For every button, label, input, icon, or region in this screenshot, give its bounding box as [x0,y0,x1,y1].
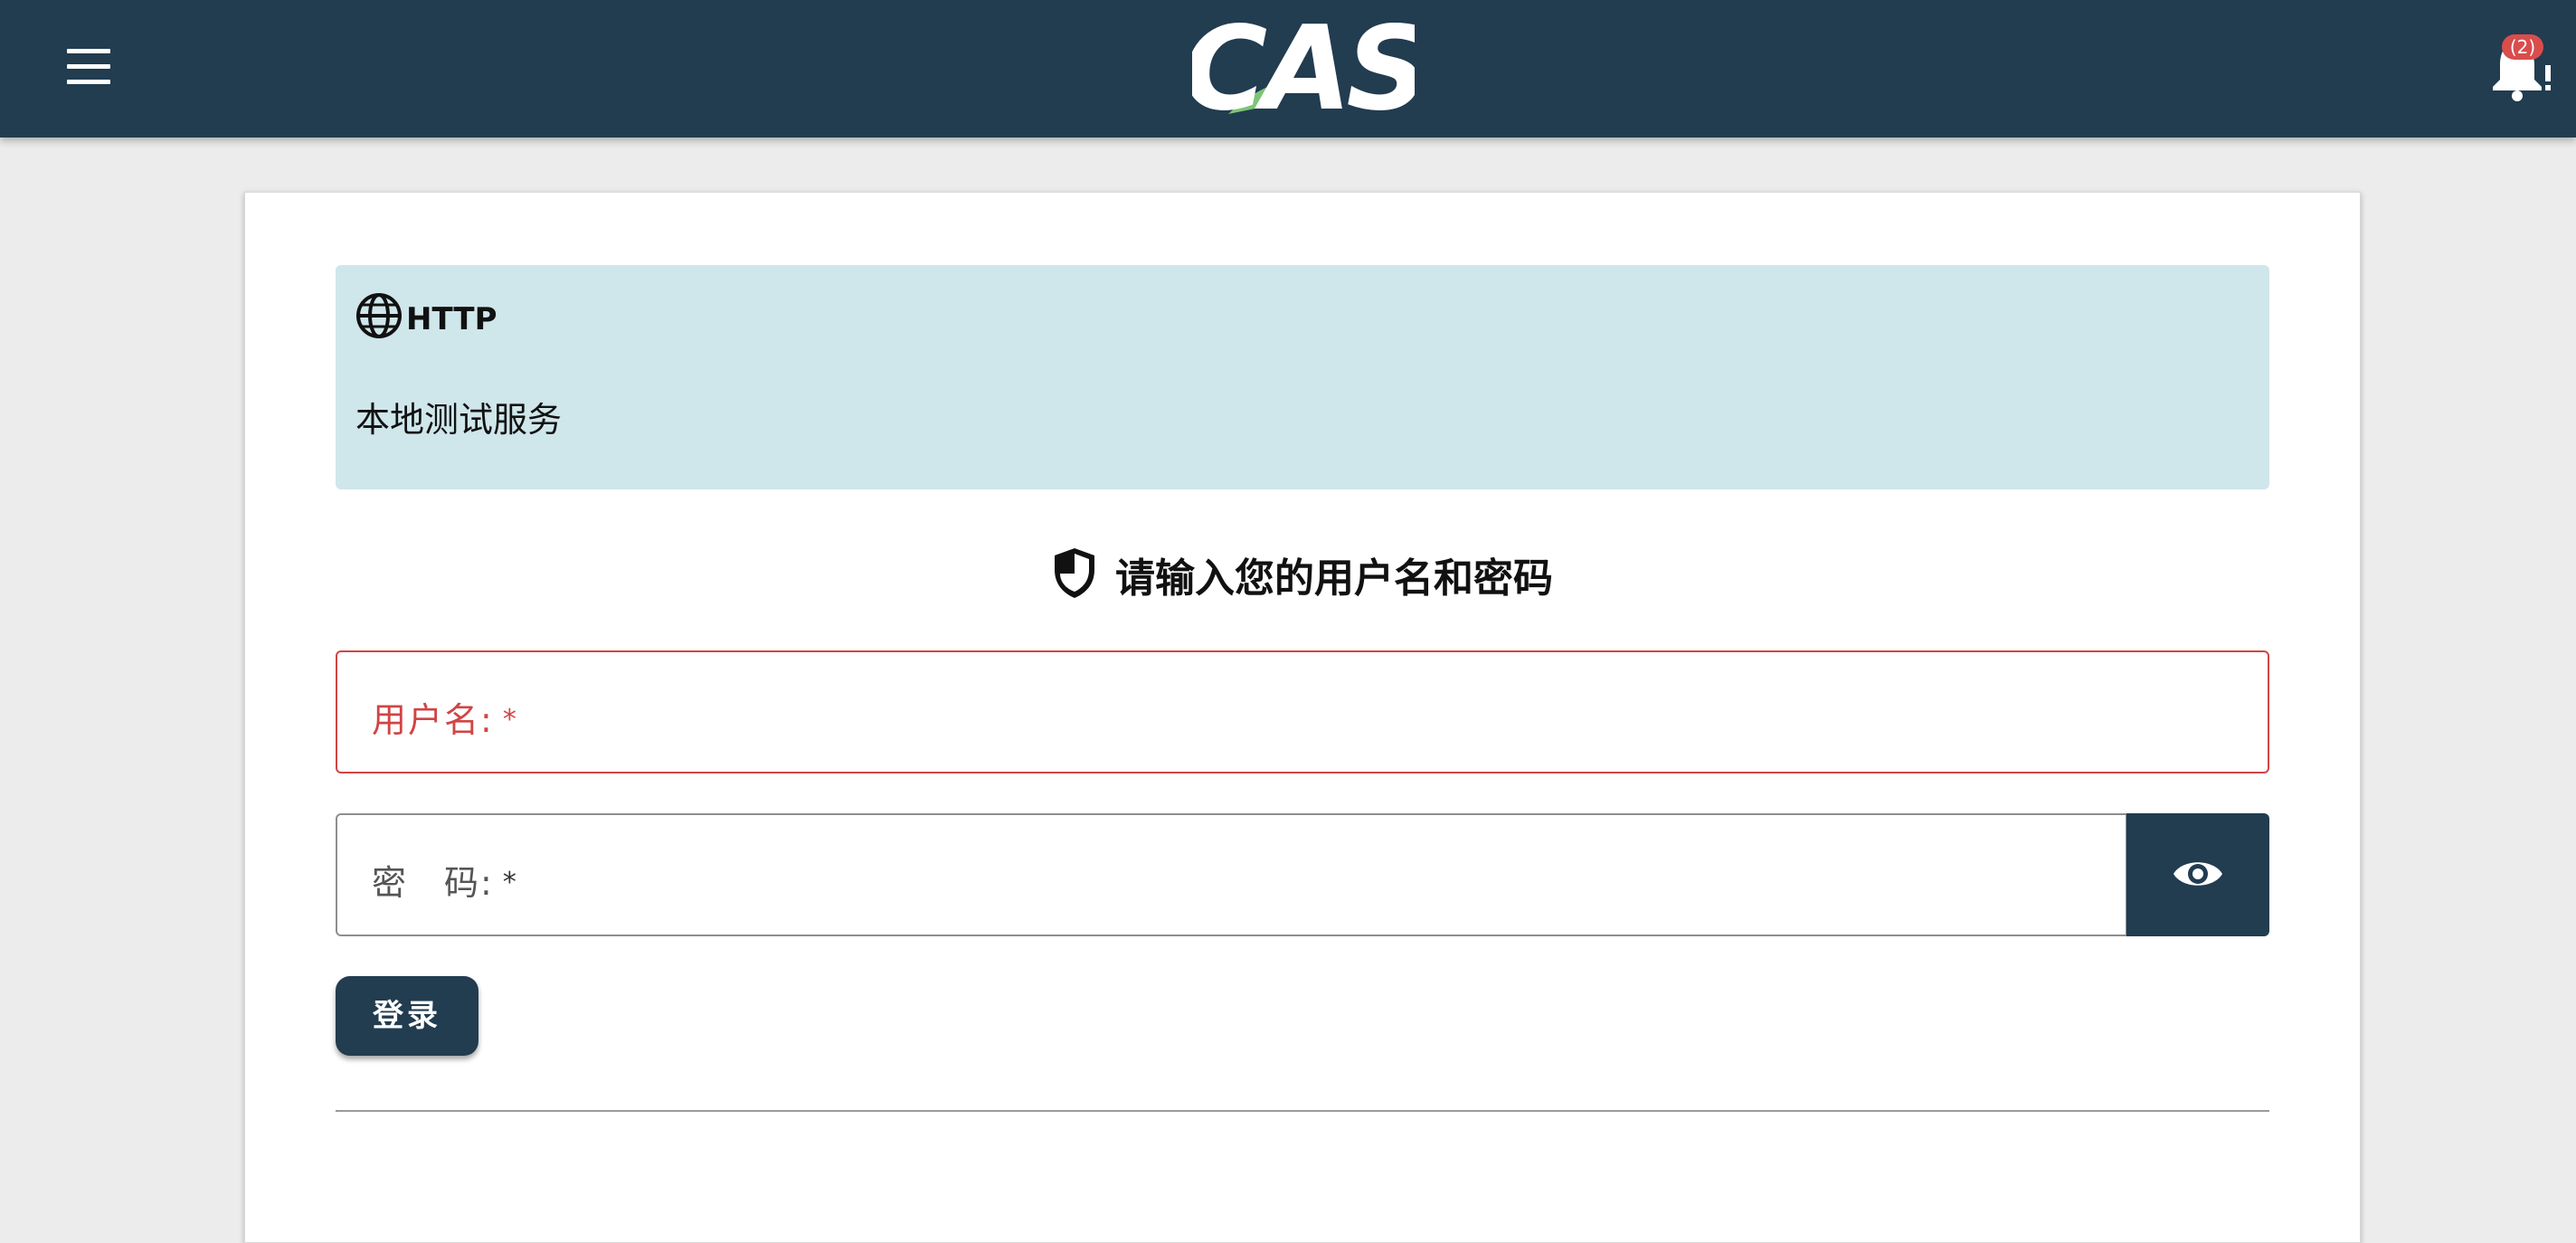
logo-text: CAS [1192,7,1415,123]
notification-count-badge: (2) [2502,34,2543,60]
service-name: HTTP [406,301,497,337]
login-heading: 请输入您的用户名和密码 [245,546,2360,603]
toggle-password-visibility-button[interactable] [2126,813,2269,936]
login-card: HTTP 本地测试服务 请输入您的用户名和密码 用户名: * 密 码: * 登录 [244,192,2361,1243]
cas-logo: CAS [1192,7,1415,123]
globe-icon [356,293,402,338]
service-description: 本地测试服务 [355,400,563,440]
login-button[interactable]: 登录 [336,976,478,1056]
top-navbar: CAS (2) [0,0,2576,138]
password-label: 密 码: * [372,863,518,903]
username-label: 用户名: * [372,700,518,740]
required-marker: * [502,704,518,735]
service-info-panel: HTTP 本地测试服务 [336,265,2269,489]
menu-line [67,64,110,69]
username-field[interactable]: 用户名: * [336,650,2269,773]
eye-icon [2174,862,2222,886]
shield-icon [1055,548,1094,598]
menu-line [67,80,110,84]
required-marker: * [502,867,518,898]
login-heading-text: 请输入您的用户名和密码 [1115,555,1553,602]
menu-line [67,49,110,53]
divider [336,1110,2269,1112]
password-field[interactable]: 密 码: * [336,813,2126,936]
hamburger-menu-icon[interactable] [62,49,116,89]
